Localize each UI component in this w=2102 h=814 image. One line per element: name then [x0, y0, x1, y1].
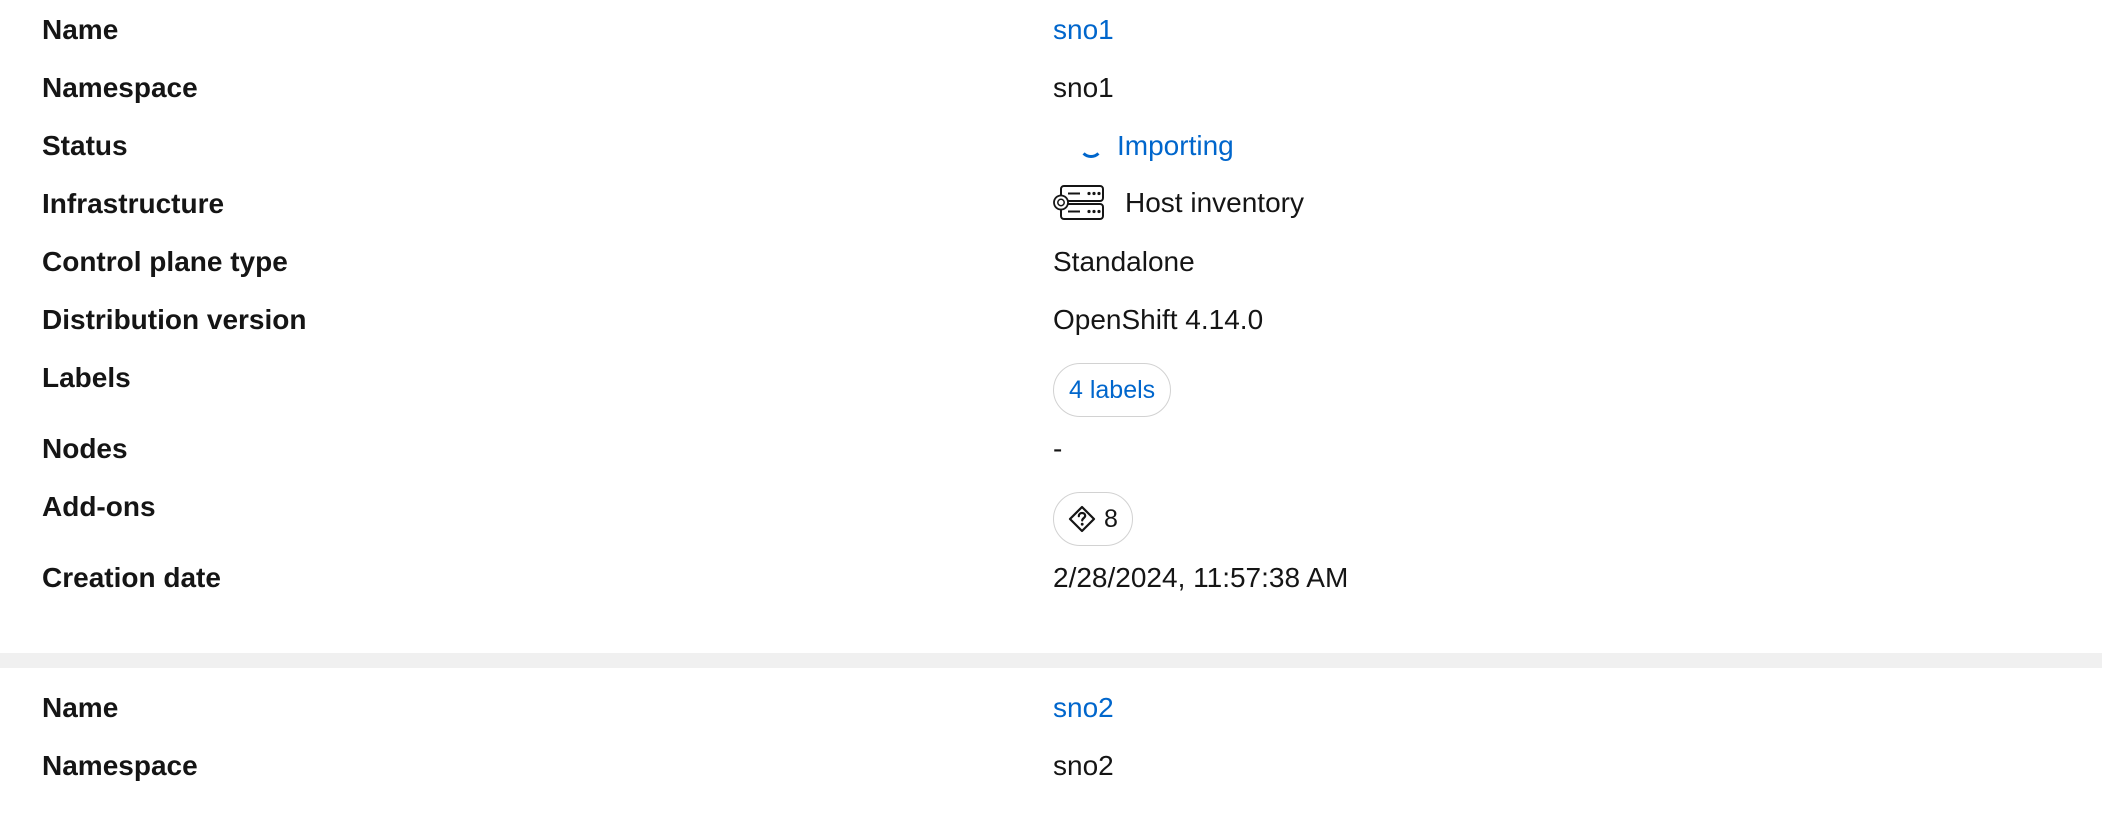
row-creation-date: Creation date 2/28/2024, 11:57:38 AM	[42, 548, 2060, 606]
cluster-details-sno2: Name sno2 Namespace sno2	[0, 668, 2102, 814]
labels-value: 4 labels	[1053, 363, 1172, 417]
nodes-label: Nodes	[42, 433, 128, 464]
addons-value: 8	[1053, 492, 1133, 546]
labels-label: Labels	[42, 362, 131, 393]
row-namespace: Namespace sno2	[42, 736, 2060, 794]
status-label: Status	[42, 130, 128, 161]
infrastructure-text: Host inventory	[1125, 187, 1304, 218]
control-plane-value: Standalone	[1053, 246, 1195, 277]
row-labels: Labels 4 labels	[42, 348, 2060, 418]
host-inventory-icon	[1053, 184, 1105, 222]
cluster-details-sno1: Name sno1 Namespace sno1 Status Importin…	[0, 0, 2102, 653]
name-value: sno2	[1053, 692, 1114, 724]
namespace-label: Namespace	[42, 72, 198, 103]
row-addons: Add-ons 8	[42, 477, 2060, 547]
infrastructure-value: Host inventory	[1053, 184, 1304, 222]
row-name: Name sno2	[42, 678, 2060, 736]
spinner-icon	[1079, 134, 1103, 158]
namespace-value: sno1	[1053, 72, 1114, 103]
name-value: sno1	[1053, 14, 1114, 46]
row-nodes: Nodes -	[42, 419, 2060, 477]
status-value: Importing	[1053, 130, 1234, 162]
row-namespace: Namespace sno1	[42, 58, 2060, 116]
namespace-value: sno2	[1053, 750, 1114, 781]
row-distribution: Distribution version OpenShift 4.14.0	[42, 290, 2060, 348]
infrastructure-label: Infrastructure	[42, 188, 225, 219]
addons-button[interactable]: 8	[1053, 492, 1133, 546]
distribution-label: Distribution version	[42, 304, 307, 335]
name-label: Name	[42, 692, 119, 723]
addons-label: Add-ons	[42, 491, 156, 522]
cluster-name-link[interactable]: sno1	[1053, 14, 1114, 46]
addons-count: 8	[1104, 505, 1118, 533]
row-infrastructure: Infrastructure Host inventory	[42, 174, 2060, 232]
card-separator	[0, 653, 2102, 668]
row-control-plane: Control plane type Standalone	[42, 232, 2060, 290]
distribution-value: OpenShift 4.14.0	[1053, 304, 1264, 335]
labels-button[interactable]: 4 labels	[1053, 363, 1172, 417]
status-link[interactable]: Importing	[1117, 130, 1234, 162]
cluster-name-link[interactable]: sno2	[1053, 692, 1114, 724]
namespace-label: Namespace	[42, 750, 198, 781]
row-name: Name sno1	[42, 0, 2060, 58]
row-status: Status Importing	[42, 116, 2060, 174]
help-diamond-icon	[1068, 505, 1096, 533]
creation-date-label: Creation date	[42, 562, 221, 593]
nodes-value: -	[1053, 433, 1063, 464]
control-plane-label: Control plane type	[42, 246, 288, 277]
name-label: Name	[42, 14, 119, 45]
creation-date-value: 2/28/2024, 11:57:38 AM	[1053, 562, 1349, 593]
